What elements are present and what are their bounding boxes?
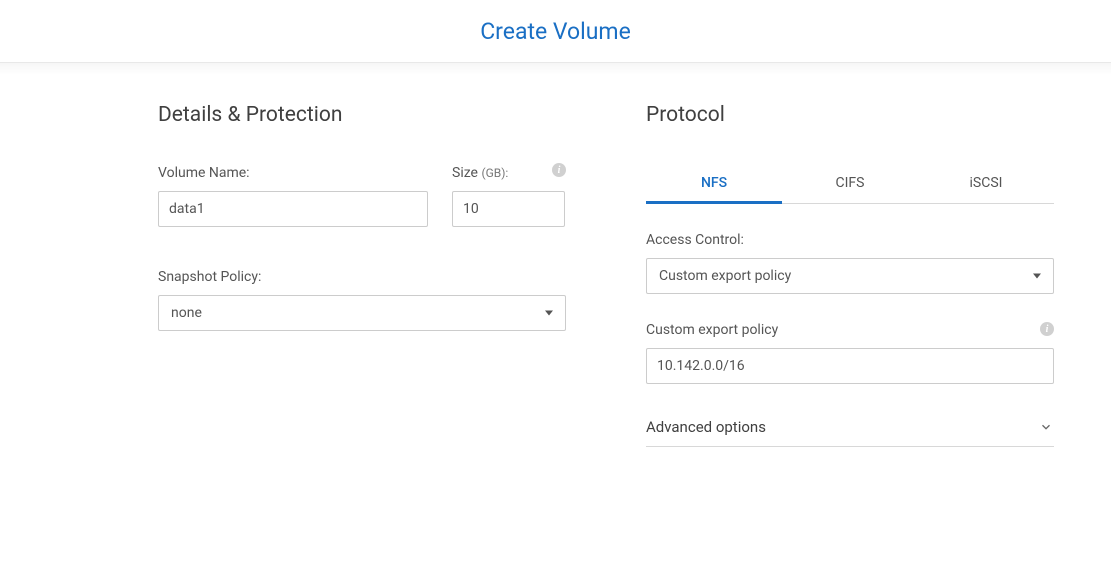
page-header: Create Volume [0,0,1111,62]
snapshot-policy-label: Snapshot Policy: [158,269,566,285]
protocol-section-title: Protocol [646,103,1054,127]
tab-iscsi[interactable]: iSCSI [918,165,1054,203]
info-icon[interactable]: i [552,163,566,177]
tab-cifs[interactable]: CIFS [782,165,918,203]
caret-down-icon [545,311,553,316]
custom-export-input[interactable] [646,348,1054,384]
volume-name-label: Volume Name: [158,165,428,181]
snapshot-policy-select[interactable]: none [158,295,566,331]
content-area: Details & Protection Volume Name: Size (… [0,62,1111,571]
access-control-value: Custom export policy [659,268,791,284]
snapshot-policy-value: none [171,305,202,321]
custom-export-label: Custom export policy [646,322,1054,338]
advanced-options-toggle[interactable]: Advanced options [646,412,1054,447]
advanced-options-label: Advanced options [646,418,766,436]
access-control-select[interactable]: Custom export policy [646,258,1054,294]
size-input[interactable] [452,191,565,227]
details-protection-panel: Details & Protection Volume Name: Size (… [158,103,566,447]
details-section-title: Details & Protection [158,103,566,127]
size-label-text: Size [452,165,478,181]
caret-down-icon [1033,274,1041,279]
protocol-tabs: NFS CIFS iSCSI [646,165,1054,204]
tab-nfs[interactable]: NFS [646,165,782,203]
page-title: Create Volume [480,18,631,45]
info-icon[interactable]: i [1040,322,1054,336]
chevron-down-icon [1038,419,1054,435]
access-control-label: Access Control: [646,232,1054,248]
size-label: Size (GB): [452,165,565,181]
size-unit-text: (GB): [481,166,508,180]
protocol-panel: Protocol NFS CIFS iSCSI Access Control: … [646,103,1054,447]
volume-name-input[interactable] [158,191,428,227]
